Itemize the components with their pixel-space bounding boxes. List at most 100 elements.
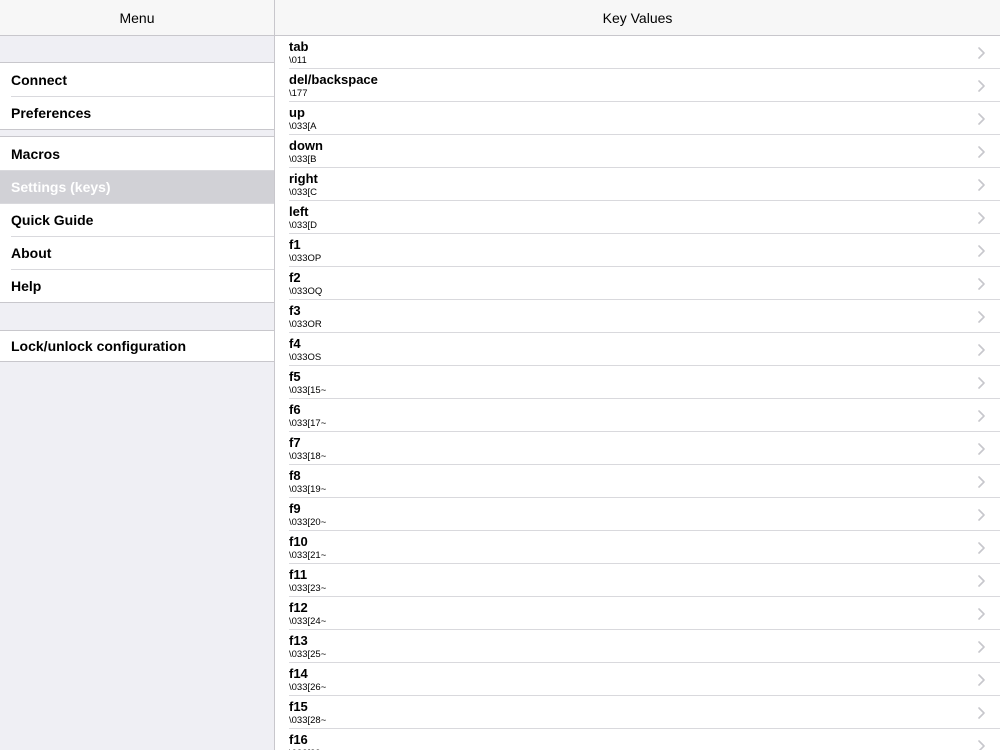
key-row[interactable]: f3 \033OR — [275, 300, 1000, 333]
key-name: up — [289, 105, 305, 120]
chevron-right-icon — [978, 80, 985, 92]
key-value: \033[B — [289, 154, 317, 165]
key-name: f12 — [289, 600, 308, 615]
detail-nav-bar: Key Values — [275, 0, 1000, 36]
key-row[interactable]: down \033[B — [275, 135, 1000, 168]
key-name: f13 — [289, 633, 308, 648]
key-name: f2 — [289, 270, 301, 285]
key-value: \033OR — [289, 319, 322, 330]
master-title: Menu — [119, 9, 155, 26]
key-name: f8 — [289, 468, 301, 483]
menu-item-macros[interactable]: Macros — [0, 137, 274, 170]
key-row[interactable]: f2 \033OQ — [275, 267, 1000, 300]
key-values-list: tab \011 del/backspace \177 up \033[A down \033… — [275, 36, 1000, 750]
key-row[interactable]: f1 \033OP — [275, 234, 1000, 267]
key-name: right — [289, 171, 318, 186]
key-row[interactable]: f8 \033[19~ — [275, 465, 1000, 498]
key-row[interactable]: f7 \033[18~ — [275, 432, 1000, 465]
menu-item-lock-unlock-configuration[interactable]: Lock/unlock configuration — [0, 331, 274, 361]
key-value: \033[23~ — [289, 583, 327, 594]
key-row[interactable]: del/backspace \177 — [275, 69, 1000, 102]
menu-item-label: Settings (keys) — [11, 178, 111, 195]
key-row[interactable]: f11 \033[23~ — [275, 564, 1000, 597]
key-name: tab — [289, 39, 309, 54]
chevron-right-icon — [978, 245, 985, 257]
key-name: f16 — [289, 732, 308, 747]
key-name: left — [289, 204, 309, 219]
key-value: \033OQ — [289, 286, 323, 297]
chevron-right-icon — [978, 179, 985, 191]
key-value: \033[18~ — [289, 451, 327, 462]
key-value: \033[D — [289, 220, 317, 231]
key-value: \033[25~ — [289, 649, 327, 660]
chevron-right-icon — [978, 344, 985, 356]
key-value: \033[15~ — [289, 385, 327, 396]
chevron-right-icon — [978, 575, 985, 587]
key-row[interactable]: left \033[D — [275, 201, 1000, 234]
master-pane: Menu Connect Preferences Macros Settings… — [0, 0, 274, 750]
detail-title: Key Values — [602, 9, 673, 26]
key-row[interactable]: right \033[C — [275, 168, 1000, 201]
chevron-right-icon — [978, 410, 985, 422]
key-name: f7 — [289, 435, 301, 450]
key-value: \033[28~ — [289, 715, 327, 726]
key-row[interactable]: f14 \033[26~ — [275, 663, 1000, 696]
key-row[interactable]: f5 \033[15~ — [275, 366, 1000, 399]
key-row[interactable]: tab \011 — [275, 36, 1000, 69]
menu-item-label: Quick Guide — [11, 211, 94, 228]
key-row[interactable]: f13 \033[25~ — [275, 630, 1000, 663]
key-value: \033[26~ — [289, 682, 327, 693]
key-name: f4 — [289, 336, 301, 351]
key-row[interactable]: f10 \033[21~ — [275, 531, 1000, 564]
key-row[interactable]: f6 \033[17~ — [275, 399, 1000, 432]
chevron-right-icon — [978, 443, 985, 455]
chevron-right-icon — [978, 509, 985, 521]
menu-item-label: Connect — [11, 71, 67, 88]
menu-item-quick-guide[interactable]: Quick Guide — [0, 203, 274, 236]
key-value: \177 — [289, 88, 308, 99]
menu-item-settings-keys[interactable]: Settings (keys) — [0, 170, 274, 203]
key-name: f15 — [289, 699, 308, 714]
chevron-right-icon — [978, 212, 985, 224]
key-row[interactable]: f16\033[29~ — [275, 729, 1000, 750]
key-name: f6 — [289, 402, 301, 417]
key-row[interactable]: f9 \033[20~ — [275, 498, 1000, 531]
master-nav-bar: Menu — [0, 0, 274, 36]
detail-pane: Key Values tab \011 del/backspace \177 up \03… — [275, 0, 1000, 750]
chevron-right-icon — [978, 47, 985, 59]
key-value: \011 — [289, 55, 307, 66]
key-value: \033[21~ — [289, 550, 327, 561]
key-row[interactable]: f12 \033[24~ — [275, 597, 1000, 630]
key-name: f14 — [289, 666, 308, 681]
menu-item-preferences[interactable]: Preferences — [0, 96, 274, 129]
chevron-right-icon — [978, 740, 985, 750]
chevron-right-icon — [978, 707, 985, 719]
menu-item-label: Lock/unlock configuration — [11, 338, 187, 354]
chevron-right-icon — [978, 641, 985, 653]
key-name: f11 — [289, 567, 308, 582]
menu-item-about[interactable]: About — [0, 236, 274, 269]
key-name: down — [289, 138, 323, 153]
key-value: \033OP — [289, 253, 322, 264]
key-name: f1 — [289, 237, 301, 252]
key-row[interactable]: up \033[A — [275, 102, 1000, 135]
menu-item-label: Preferences — [11, 104, 92, 121]
menu-item-label: Help — [11, 277, 42, 294]
key-value: \033[20~ — [289, 517, 327, 528]
key-name: f3 — [289, 303, 301, 318]
chevron-right-icon — [978, 113, 985, 125]
menu-item-connect[interactable]: Connect — [0, 63, 274, 96]
chevron-right-icon — [978, 311, 985, 323]
key-row[interactable]: f15 \033[28~ — [275, 696, 1000, 729]
key-row[interactable]: f4 \033OS — [275, 333, 1000, 366]
key-value: \033[C — [289, 187, 317, 198]
menu-item-help[interactable]: Help — [0, 269, 274, 302]
menu-item-label: Macros — [11, 145, 61, 162]
menu-group-configuration: Macros Settings (keys) Quick Guide About… — [0, 136, 274, 303]
chevron-right-icon — [978, 476, 985, 488]
key-name: del/backspace — [289, 72, 378, 87]
key-name: f10 — [289, 534, 308, 549]
chevron-right-icon — [978, 608, 985, 620]
key-name: f5 — [289, 369, 301, 384]
key-value: \033[24~ — [289, 616, 327, 627]
